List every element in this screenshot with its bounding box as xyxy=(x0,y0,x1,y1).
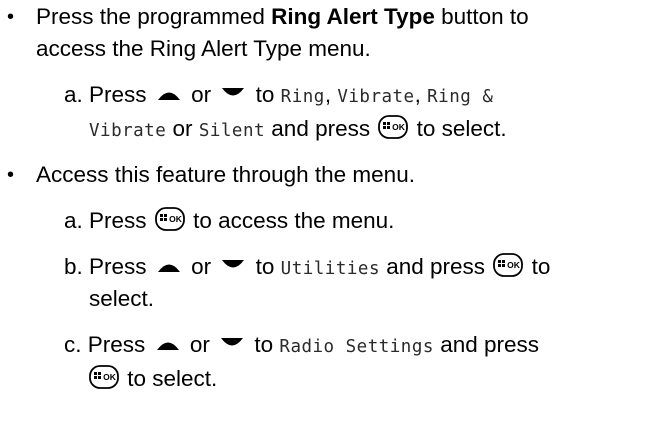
option-vibrate: Vibrate xyxy=(337,87,415,107)
menu-ok-button-icon: OK xyxy=(154,207,185,231)
text: or xyxy=(191,254,212,279)
text: or xyxy=(189,332,210,357)
step-line: OK to select. xyxy=(89,365,217,393)
text: to xyxy=(255,82,275,107)
text: to xyxy=(255,254,275,279)
option-vibrate: Vibrate xyxy=(89,121,167,141)
text: to select. xyxy=(127,366,218,391)
ok-label: OK xyxy=(103,372,117,382)
option-silent: Silent xyxy=(198,121,266,141)
feature-name: Ring Alert Type xyxy=(271,4,435,29)
text: , xyxy=(414,82,421,107)
text: , xyxy=(324,82,332,107)
option-utilities: Utilities xyxy=(280,259,380,279)
bullet: • xyxy=(7,164,15,186)
instruction-line: Press the programmed Ring Alert Type but… xyxy=(36,3,529,31)
option-ring: Ring xyxy=(280,87,325,107)
ok-label: OK xyxy=(393,122,407,132)
text: Access this feature through the menu. xyxy=(36,162,415,187)
up-arrow-icon xyxy=(156,87,182,101)
option-radio-settings: Radio Settings xyxy=(279,337,434,357)
down-arrow-icon xyxy=(219,337,245,351)
step-letter: a. xyxy=(64,82,83,107)
step-line: Vibrate or Silent and press OK to select… xyxy=(89,115,507,145)
text: or xyxy=(172,116,193,141)
ok-label: OK xyxy=(169,214,183,224)
text: button to xyxy=(434,4,529,29)
text: to xyxy=(254,332,274,357)
text: Press xyxy=(89,82,147,107)
text: to xyxy=(531,254,551,279)
text: to select. xyxy=(416,116,507,141)
down-arrow-icon xyxy=(220,87,246,101)
bullet: • xyxy=(7,6,15,28)
step-line: a. Press OK to access the menu. xyxy=(64,207,394,235)
step-letter: a. xyxy=(64,208,83,233)
step-line: a. Press or to Ring, Vibrate, Ring & xyxy=(64,81,493,111)
text: select. xyxy=(89,286,155,311)
up-arrow-icon xyxy=(156,259,182,273)
text: to access the menu. xyxy=(193,208,395,233)
text: Press xyxy=(89,208,147,233)
step-line: b. Press or to Utilities and press OK to xyxy=(64,253,550,283)
menu-ok-button-icon: OK xyxy=(378,115,409,139)
step-line: select. xyxy=(89,285,154,313)
instruction-line: access the Ring Alert Type menu. xyxy=(36,35,371,63)
instruction-line: Access this feature through the menu. xyxy=(36,161,415,189)
option-ring-and: Ring & xyxy=(427,87,494,107)
ok-label: OK xyxy=(507,260,521,270)
text: Press the programmed xyxy=(36,4,272,29)
step-letter: c. xyxy=(64,332,82,357)
text: access the Ring Alert Type menu. xyxy=(36,36,371,61)
text: and press xyxy=(440,332,539,357)
text: and press xyxy=(271,116,371,141)
text: and press xyxy=(386,254,486,279)
step-letter: b. xyxy=(64,254,83,279)
text: Press xyxy=(87,332,146,357)
menu-ok-button-icon: OK xyxy=(89,365,119,389)
text: Press xyxy=(89,254,147,279)
text: or xyxy=(191,82,212,107)
step-line: c. Press or to Radio Settings and press xyxy=(64,331,539,361)
menu-ok-button-icon: OK xyxy=(493,253,524,277)
up-arrow-icon xyxy=(155,337,181,351)
down-arrow-icon xyxy=(220,259,246,273)
